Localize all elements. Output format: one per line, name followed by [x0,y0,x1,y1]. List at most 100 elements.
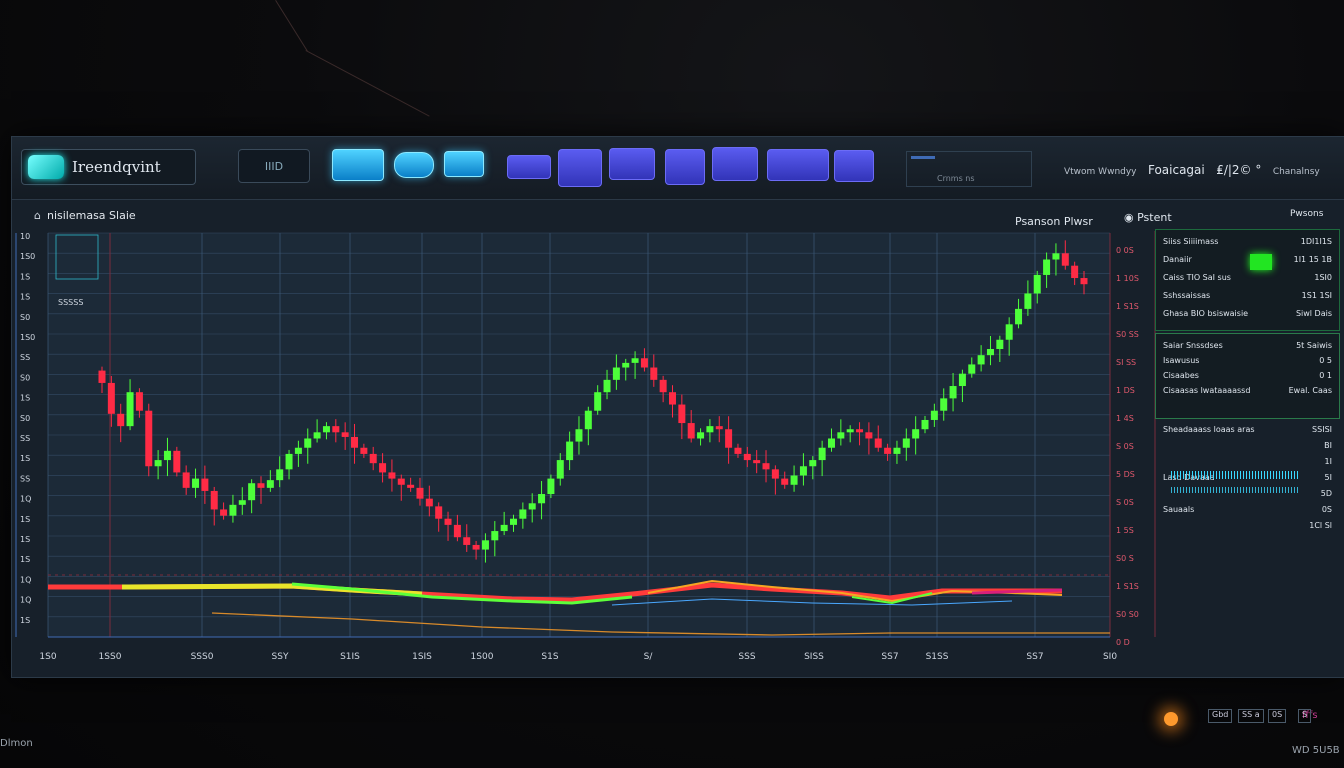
candle-body [416,487,424,499]
candle-body [1071,265,1079,279]
chart-area: SSSSS 10 1S0 1S 1S S0 1S0 SS S0 1S S0 SS 1S SS 1Q 1S 1S 1… [12,201,1344,723]
x-tick-label: SS7 [1026,652,1043,662]
right-header-b: ◉ Pstent [1124,211,1172,224]
candle-body [659,379,667,393]
candle-body [322,426,330,433]
candle-body [238,500,246,505]
candle-body [538,494,546,504]
candle-body [1033,274,1041,294]
candle-body [472,544,480,550]
candle-body [640,358,648,368]
candle-body [622,362,630,368]
footer-button[interactable]: S [1298,709,1312,723]
candle-body [463,537,471,545]
footer-button[interactable]: 0S [1268,709,1287,723]
candle-body [425,498,433,507]
x-tick-label: SSS [738,652,755,662]
footer-button[interactable]: Gbd [1208,709,1233,723]
candle-body [556,460,564,479]
toolbar-button-blue-5[interactable] [712,147,758,181]
candle-body [145,410,153,467]
right-y-tick-label: 1 DS [1116,386,1135,395]
candle-body [949,386,957,399]
side-row[interactable]: Ghasa BIO bsiswaisie Siwl Dais [1163,309,1332,318]
mini-button[interactable]: IIID [238,149,310,183]
candle-body [958,373,966,387]
toolbar-button-blue-3[interactable] [609,148,655,180]
candle-body [612,367,620,380]
side-row[interactable]: Cisaabes 0 1 [1163,371,1332,380]
right-y-tick-label: S0 S0 [1116,610,1139,619]
toolbar-label[interactable]: Vtwom Wwndyy [1064,167,1137,177]
y-tick-label: 1S [20,394,30,403]
candle-body [771,469,779,479]
candle-body [715,426,723,430]
toolbar-button-cyan-2[interactable] [394,152,434,178]
candle-body [837,432,845,439]
candle-body [594,392,602,411]
y-tick-label: 1Q [20,495,31,504]
y-tick-label: S0 [20,373,30,382]
toolbar-button-blue-7[interactable] [834,150,874,182]
toolbar-label[interactable]: Foaicagai [1148,163,1205,177]
candle-body [603,379,611,393]
side-row[interactable]: Danaiir 1I1 15 1B [1163,255,1332,264]
toolbar-button-blue-6[interactable] [767,149,829,181]
side-row[interactable]: Sshssaissas 1S1 1SI [1163,291,1332,300]
side-row[interactable]: Saiar Snssdses 5t Saiwis [1163,341,1332,350]
candle-body [940,398,948,411]
toolbar-label[interactable]: Chanalnsy [1273,167,1320,177]
candle-body [435,506,443,519]
side-row[interactable]: Sauaals 0S [1163,505,1332,514]
y-tick-label: 10 [20,232,30,241]
candle-body [210,490,218,510]
right-y-tick-label: 5 DS [1116,470,1135,479]
toolbar-button-blue-2[interactable] [558,149,602,187]
toolbar-button-cyan-3[interactable] [444,151,484,177]
right-y-tick-label: 1 S1S [1116,582,1139,591]
candle-body [285,453,293,470]
candle-body [762,463,770,470]
candle-body [921,419,929,430]
toolbar-button-blue-4[interactable] [665,149,705,185]
candle-body [547,478,555,495]
side-row[interactable]: Siiss Siiiimass 1DI1I1S [1163,237,1332,246]
candle-body [912,429,920,439]
info-box: Crnms ns [906,151,1032,187]
candle-body [481,540,489,550]
candle-body [687,423,695,439]
candle-body [276,469,284,481]
candle-body [856,429,864,433]
y-tick-label: 1S [20,272,30,281]
footer-button[interactable]: SS a [1238,709,1264,723]
side-row-value: SSISI [1312,425,1332,434]
side-row[interactable]: Cisaasas lwataaaassd Ewal. Caas [1163,386,1332,395]
candle-body [126,392,134,427]
price-chart[interactable]: SSSSS101S01S1SS01S0SSS01SS0SS1SSS1Q1S1S1… [12,201,1344,677]
settings-icon[interactable]: ◉ [1124,211,1134,224]
side-row[interactable]: Isawusus 0 5 [1163,356,1332,365]
side-row[interactable]: Caiss TIO SaI sus 1SI0 [1163,273,1332,282]
right-y-tick-label: 1 10S [1116,274,1139,283]
side-row[interactable]: BI [1163,441,1332,450]
candle-body [528,503,536,510]
candle-body [1005,324,1013,340]
y-tick-label: S0 [20,313,30,322]
right-y-tick-label: 0 0S [1116,246,1134,255]
side-row[interactable]: 1Cl Sl [1163,521,1332,530]
side-row-value: 1SI0 [1314,273,1332,282]
candle-body [313,432,321,439]
side-row[interactable]: 1I [1163,457,1332,466]
candle-body [163,450,171,461]
toolbar-label[interactable]: ₤/|2© ° [1216,163,1261,177]
candle-body [706,426,714,433]
candle-body [668,392,676,405]
candle-body [304,438,312,448]
candle-body [977,355,985,365]
toolbar-button-blue-1[interactable] [507,155,551,179]
candle-body [220,509,228,516]
right-y-tick-label: S0 SS [1116,330,1139,339]
toolbar-button-cyan-1[interactable] [332,149,384,181]
logo-button[interactable]: Ireendqvint [21,149,196,185]
side-row[interactable]: Sheadaaass loaas aras SSISI [1163,425,1332,434]
